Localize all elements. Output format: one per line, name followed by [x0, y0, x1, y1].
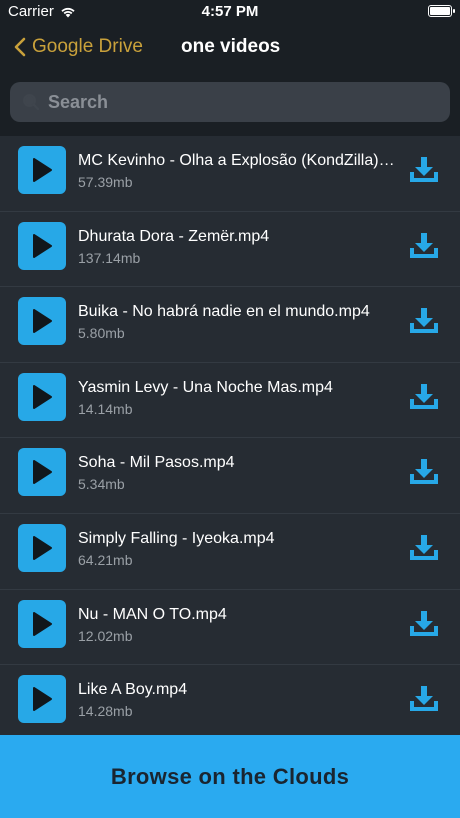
chevron-left-icon [14, 37, 26, 57]
search-field[interactable] [10, 82, 450, 122]
file-row[interactable]: Nu - MAN O TO.mp4 12.02mb [0, 590, 460, 666]
download-button[interactable] [408, 608, 440, 640]
file-size: 12.02mb [78, 627, 133, 644]
file-size: 5.80mb [78, 325, 125, 342]
play-icon [18, 675, 66, 724]
file-size: 57.39mb [78, 174, 133, 190]
file-name: Simply Falling - Iyeoka.mp4 [78, 529, 275, 547]
play-icon [18, 523, 66, 572]
file-row[interactable]: Like A Boy.mp4 14.28mb [0, 665, 460, 741]
file-row[interactable]: Yasmin Levy - Una Noche Mas.mp4 14.14mb [0, 363, 460, 439]
file-size: 14.14mb [78, 400, 133, 417]
download-icon [410, 232, 438, 258]
download-icon [410, 383, 438, 409]
status-time: 4:57 PM [201, 3, 259, 20]
download-icon [410, 459, 438, 485]
play-icon [18, 599, 66, 648]
file-name: Dhurata Dora - Zemër.mp4 [78, 227, 270, 245]
download-button[interactable] [408, 456, 440, 488]
file-name: Nu - MAN O TO.mp4 [78, 605, 227, 623]
file-size: 5.34mb [78, 476, 125, 493]
file-size: 14.28mb [78, 703, 133, 720]
download-button[interactable] [408, 532, 440, 564]
file-row[interactable]: MC Kevinho - Olha a Explosão (KondZilla)… [0, 136, 460, 212]
search-input[interactable] [46, 90, 430, 114]
file-list: MC Kevinho - Olha a Explosão (KondZilla)… [0, 136, 460, 741]
download-icon [410, 686, 438, 712]
file-row[interactable]: Buika - No habrá nadie en el mundo.mp4 5… [0, 287, 460, 363]
back-button-label: Google Drive [32, 36, 143, 57]
file-name: Soha - Mil Pasos.mp4 [78, 454, 235, 472]
status-bar: Carrier 4:57 PM [0, 0, 460, 24]
download-button[interactable] [408, 683, 440, 715]
download-button[interactable] [408, 154, 440, 186]
file-row[interactable]: Soha - Mil Pasos.mp4 5.34mb [0, 438, 460, 514]
battery-icon [428, 5, 455, 17]
file-size: 137.14mb [78, 249, 141, 266]
file-row[interactable]: Dhurata Dora - Zemër.mp4 137.14mb [0, 212, 460, 288]
download-icon [410, 157, 438, 182]
file-row[interactable]: Simply Falling - Iyeoka.mp4 64.21mb [0, 514, 460, 590]
play-icon [18, 146, 66, 194]
file-name: Like A Boy.mp4 [78, 681, 188, 699]
file-size: 64.21mb [78, 551, 133, 568]
search-bar [0, 72, 460, 136]
download-icon [410, 610, 438, 636]
play-icon [18, 448, 66, 497]
play-icon [18, 297, 66, 346]
download-icon [410, 308, 438, 334]
search-icon [23, 94, 40, 111]
browse-clouds-button[interactable]: Browse on the Clouds [0, 735, 460, 818]
download-button[interactable] [408, 230, 440, 262]
file-name: Yasmin Levy - Una Noche Mas.mp4 [78, 378, 333, 396]
back-button[interactable]: Google Drive [14, 36, 143, 58]
file-name: MC Kevinho - Olha a Explosão (KondZilla)… [78, 152, 398, 169]
play-icon [18, 221, 66, 270]
file-name: Buika - No habrá nadie en el mundo.mp4 [78, 303, 370, 321]
download-icon [410, 534, 438, 560]
navigation-bar: Google Drive one videos [0, 24, 460, 72]
page-title: one videos [181, 36, 281, 57]
download-button[interactable] [408, 305, 440, 337]
play-icon [18, 372, 66, 421]
download-button[interactable] [408, 381, 440, 413]
